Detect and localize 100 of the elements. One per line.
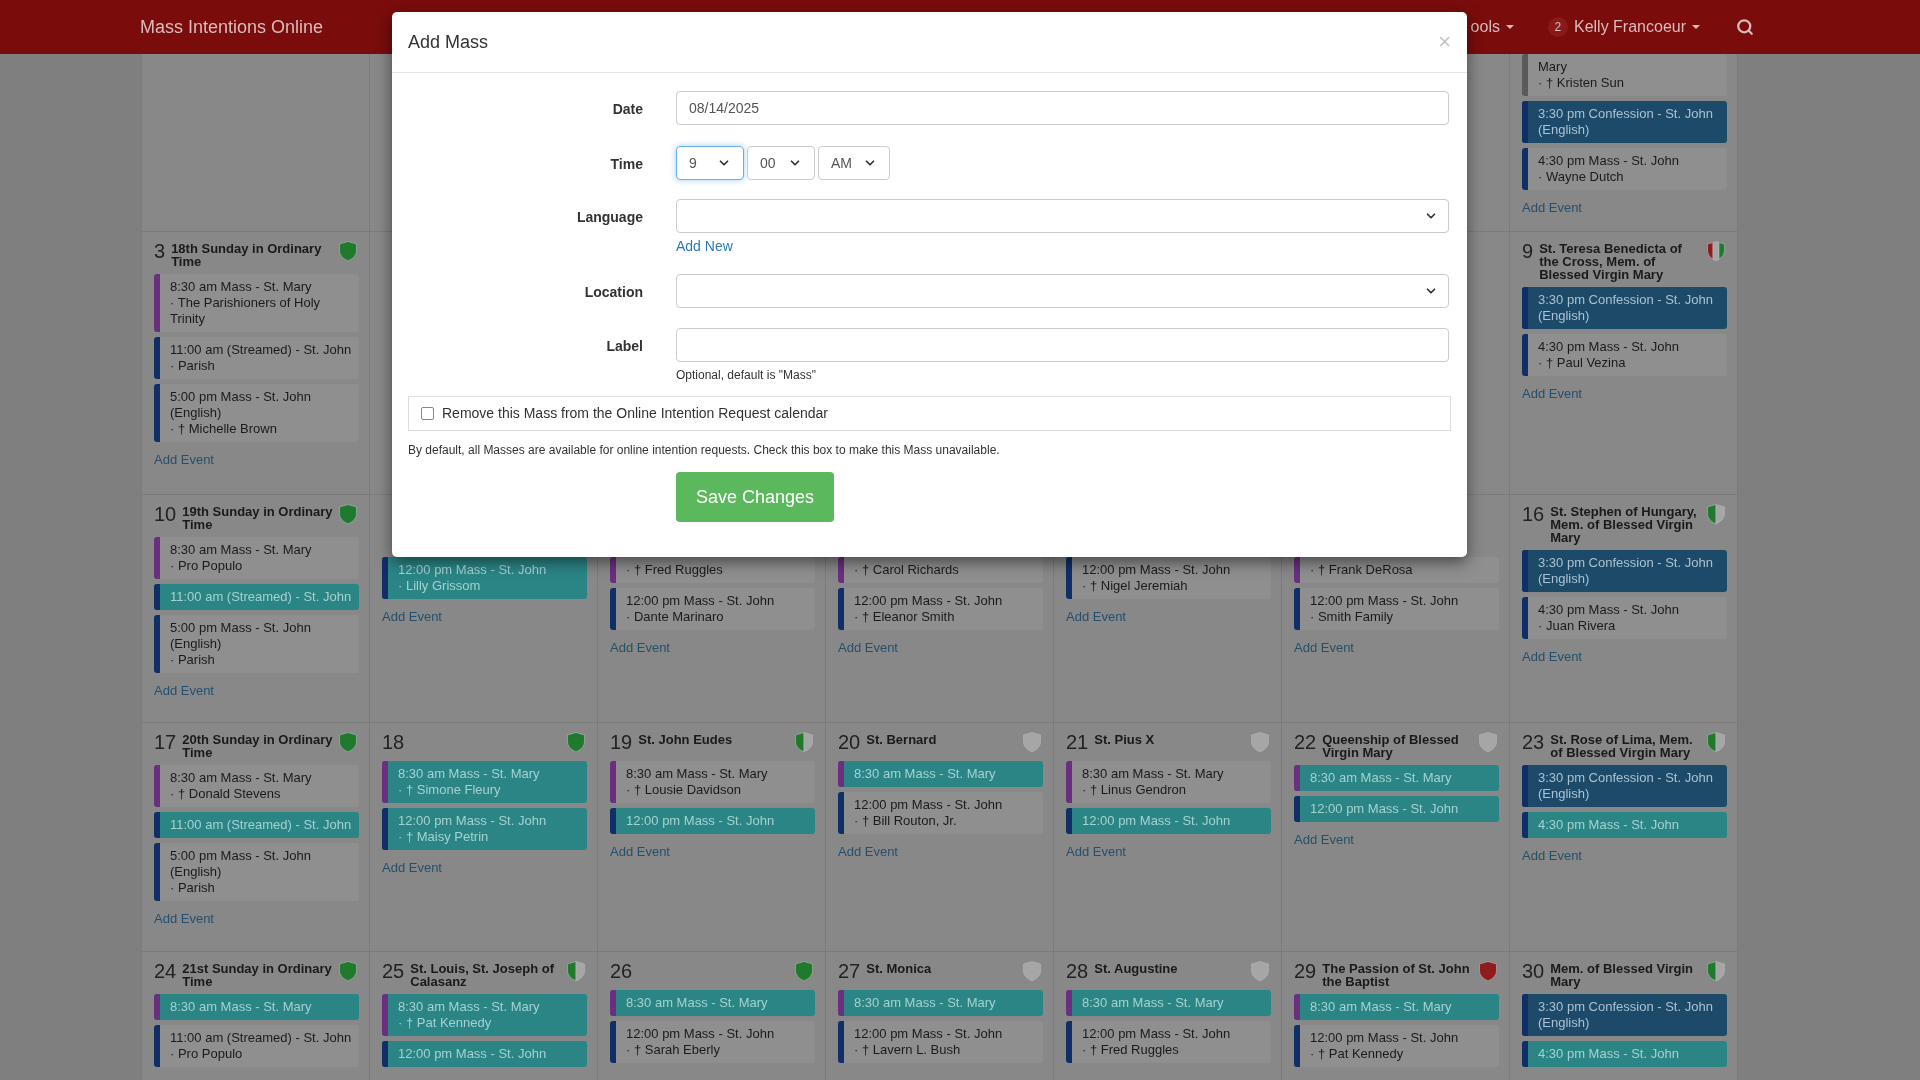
mass-event[interactable]: 12:00 pm Mass - St. John · Lilly Grissom [382,557,587,599]
mass-event[interactable]: 12:00 pm Mass - St. John · Dante Marinaro [610,588,815,630]
location-select[interactable] [676,274,1449,308]
mass-event[interactable]: 3:30 pm Confession - St. John (English) [1522,287,1727,329]
mass-event[interactable]: 12:00 pm Mass - St. John · † Pat Kennedy [1294,1025,1499,1067]
mass-event[interactable]: 8:30 am Mass - St. Mary [838,761,1043,787]
mass-event[interactable]: 8:30 am Mass - St. Mary · † Linus Gendron [1066,761,1271,803]
add-event-link[interactable]: Add Event [1522,198,1727,218]
dialog-title: Add Mass [408,30,489,54]
mass-event[interactable]: 8:30 am Mass - St. Mary [1294,765,1499,791]
time-select[interactable]: AM [818,146,890,180]
mass-event[interactable]: 12:00 pm Mass - St. John · † Eleanor Smith [838,588,1043,630]
user-menu[interactable]: Kelly Francoeur [1573,15,1700,39]
add-event-link[interactable]: Add Event [1522,384,1727,404]
add-event-link[interactable]: Add Event [610,842,815,862]
add-new-link[interactable]: Add New [676,236,733,257]
checkbox-label[interactable]: Remove this Mass from the Online Intention Request calendar [442,403,828,424]
add-event-link[interactable]: Add Event [1294,830,1499,850]
add-event-link[interactable]: Add Event [610,638,815,658]
add-event-link[interactable]: Add Event [838,638,1043,658]
mass-event[interactable]: 8:30 am Mass - St. Mary · † Simone Fleury [382,761,587,803]
mass-event[interactable]: 3:30 pm Confession - St. John (English) [1522,765,1727,807]
mass-event[interactable]: · † Fred Ruggles [610,557,815,583]
mass-event[interactable]: 12:00 pm Mass - St. John [1294,796,1499,822]
mass-event[interactable]: 12:00 pm Mass - St. John · † Nigel Jeremiah [1066,557,1271,599]
remove-checkbox[interactable] [421,407,434,420]
shield-icon [1705,960,1727,982]
mass-event[interactable]: 5:00 pm Mass - St. John (English) · Parish [154,843,359,901]
mass-event[interactable]: 5:00 pm Mass - St. John (English) · Parish [154,615,359,673]
brand-title[interactable]: Mass Intentions Online [140,13,324,41]
event-title: 8:30 am Mass - St. Mary [170,542,312,558]
save-changes-button[interactable]: Save Changes [676,472,835,522]
event-title: 8:30 am Mass - St. Mary [398,999,540,1015]
feast-title: St. Pius X [1094,731,1156,746]
day-number: 17 [154,731,177,753]
mass-event[interactable]: 12:00 pm Mass - St. John · Smith Family [1294,588,1499,630]
mass-event[interactable]: 12:00 pm Mass - St. John [610,808,815,834]
mass-event[interactable]: · † Carol Richards [838,557,1043,583]
add-event-link[interactable]: Add Event [382,858,587,878]
add-event-link[interactable]: Add Event [1066,607,1271,627]
add-event-link[interactable]: Add Event [154,681,359,701]
mass-event[interactable]: 5:00 pm Mass - St. John (English) · † Michelle Brown [154,384,359,442]
intention-name: · † Donald Stevens [170,786,282,802]
mass-event[interactable]: 12:00 pm Mass - St. John · † Lavern L. Bush [838,1021,1043,1063]
add-event-link[interactable]: Add Event [154,450,359,470]
add-event-link[interactable]: Add Event [1066,842,1271,862]
time-select[interactable]: 9 [676,146,744,180]
mass-event[interactable]: 4:30 pm Mass - St. John · Wayne Dutch [1522,148,1727,190]
intention-name: · † Michelle Brown [170,421,278,437]
add-event-link[interactable]: Add Event [382,607,587,627]
add-event-link[interactable]: Add Event [1522,846,1727,866]
mass-event[interactable]: 8:30 am Mass - St. Mary [610,990,815,1016]
mass-event[interactable]: Mary · † Kristen Sun [1522,54,1727,96]
mass-event[interactable]: 8:30 am Mass - St. Mary [154,994,359,1020]
mass-event[interactable]: 8:30 am Mass - St. Mary · † Pat Kennedy [382,994,587,1036]
add-event-link[interactable]: Add Event [1294,638,1499,658]
mass-event[interactable]: 12:00 pm Mass - St. John · † Bill Routon, Jr. [838,792,1043,834]
mass-event[interactable]: 11:00 am (Streamed) - St. John · Pro Populo [154,1025,359,1067]
mass-event[interactable]: 11:00 am (Streamed) - St. John [154,812,359,838]
label-field[interactable] [676,328,1449,362]
mass-event[interactable]: 11:00 am (Streamed) - St. John [154,584,359,610]
add-event-link[interactable]: Add Event [1522,647,1727,667]
mass-event[interactable]: 3:30 pm Confession - St. John (English) [1522,550,1727,592]
mass-event[interactable]: · † Frank DeRosa [1294,557,1499,583]
mass-event[interactable]: 12:00 pm Mass - St. John [1066,808,1271,834]
feast-title: 19th Sunday in Ordinary Time [182,503,334,531]
notification-badge[interactable]: 2 [1547,17,1568,37]
mass-event[interactable]: 8:30 am Mass - St. Mary · † Lousie Davidson [610,761,815,803]
mass-event[interactable]: 3:30 pm Confession - St. John (English) [1522,994,1727,1036]
feast-title: The Passion of St. John the Baptist [1322,960,1471,988]
mass-event[interactable]: 4:30 pm Mass - St. John · † Paul Vezina [1522,334,1727,376]
tools-menu[interactable]: ools [1470,15,1514,39]
mass-event[interactable]: 3:30 pm Confession - St. John (English) [1522,101,1727,143]
mass-event[interactable]: 8:30 am Mass - St. Mary [1294,994,1499,1020]
event-title: 8:30 am Mass - St. Mary [170,279,313,295]
search-icon[interactable] [1736,18,1754,36]
event-title: 11:00 am (Streamed) - St. John [170,817,352,833]
mass-event[interactable]: 4:30 pm Mass - St. John · Juan Rivera [1522,597,1727,639]
mass-event[interactable]: 8:30 am Mass - St. Mary [1066,990,1271,1016]
day-number: 20 [838,731,861,753]
add-event-link[interactable]: Add Event [154,909,359,929]
mass-event[interactable]: 12:00 pm Mass - St. John · † Maisy Petrin [382,808,587,850]
mass-event[interactable]: 8:30 am Mass - St. Mary · Pro Populo [154,537,359,579]
add-event-link[interactable]: Add Event [838,842,1043,862]
mass-event[interactable]: 8:30 am Mass - St. Mary · The Parishioners of Holy Trinity [154,274,359,332]
mass-event[interactable]: 12:00 pm Mass - St. John · † Fred Ruggles [1066,1021,1271,1063]
mass-event[interactable]: 12:00 pm Mass - St. John · † Sarah Eberly [610,1021,815,1063]
intention-name: · † Simone Fleury [398,782,502,798]
date-field[interactable]: 08/14/2025 [676,91,1449,125]
event-title: 4:30 pm Mass - St. John [1538,1046,1679,1062]
mass-event[interactable]: 11:00 am (Streamed) - St. John · Parish [154,337,359,379]
language-select[interactable] [676,199,1449,233]
day-number: 24 [154,960,177,982]
intention-name: · The Parishioners of Holy Trinity [170,295,322,327]
mass-event[interactable]: 8:30 am Mass - St. Mary · † Donald Stevens [154,765,359,807]
time-select[interactable]: 00 [747,146,815,180]
mass-event[interactable]: 8:30 am Mass - St. Mary [838,990,1043,1016]
mass-event[interactable]: 12:00 pm Mass - St. John [382,1041,587,1067]
mass-event[interactable]: 4:30 pm Mass - St. John [1522,812,1727,838]
mass-event[interactable]: 4:30 pm Mass - St. John [1522,1041,1727,1067]
